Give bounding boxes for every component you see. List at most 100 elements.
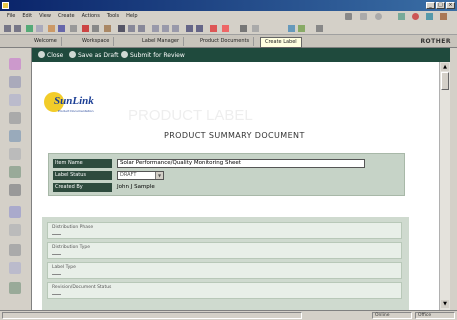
menu-file[interactable]: File xyxy=(7,13,15,19)
status-message xyxy=(2,312,302,319)
scroll-thumb[interactable] xyxy=(441,72,449,90)
align-center-icon[interactable] xyxy=(162,25,169,32)
section-divider xyxy=(52,294,61,295)
document-icon[interactable] xyxy=(9,244,21,256)
status-location[interactable]: Office xyxy=(415,312,455,319)
menu-actions[interactable]: Actions xyxy=(82,13,100,19)
chevron-down-icon[interactable]: ▼ xyxy=(155,172,163,179)
section-distribution-type[interactable]: Distribution Type xyxy=(47,242,402,259)
minimize-button[interactable]: _ xyxy=(426,2,435,9)
history-icon[interactable] xyxy=(9,224,21,236)
forward-icon[interactable] xyxy=(14,25,21,32)
save-icon xyxy=(69,51,76,58)
align-right-icon[interactable] xyxy=(172,25,179,32)
app-icon[interactable] xyxy=(2,2,9,9)
created-by-label: Created By xyxy=(53,183,112,192)
cut-icon[interactable] xyxy=(82,25,89,32)
save-draft-button[interactable]: Save as Draft xyxy=(69,51,118,59)
section-label-type[interactable]: Label Type xyxy=(47,262,402,279)
image-icon[interactable] xyxy=(222,25,229,32)
search-icon[interactable] xyxy=(58,25,65,32)
scroll-up-icon[interactable]: ▲ xyxy=(441,63,449,71)
workspace-icon[interactable] xyxy=(9,206,21,218)
stop-icon[interactable] xyxy=(26,25,33,32)
home-icon[interactable] xyxy=(48,25,55,32)
submit-review-label: Submit for Review xyxy=(130,52,185,59)
calendar-icon[interactable] xyxy=(9,76,21,88)
tab-product-documents[interactable]: Product Documents xyxy=(196,37,255,46)
refresh-icon[interactable] xyxy=(398,13,405,20)
spell-check-icon[interactable] xyxy=(288,25,295,32)
menu-edit[interactable]: Edit xyxy=(22,13,32,19)
status-bar: Online Office xyxy=(0,310,457,320)
menu-create[interactable]: Create xyxy=(58,13,75,19)
section-title: Distribution Type xyxy=(52,245,91,250)
maximize-button[interactable]: □ xyxy=(436,2,445,9)
paste-icon[interactable] xyxy=(104,25,111,32)
tab-create-label[interactable]: Create Label xyxy=(260,37,302,48)
todo-icon[interactable] xyxy=(9,112,21,124)
vertical-scrollbar[interactable]: ▲ ▼ xyxy=(439,62,450,310)
nav-back-icon[interactable] xyxy=(345,13,352,20)
tab-label-manager[interactable]: Label Manager xyxy=(138,37,184,46)
mail-icon[interactable] xyxy=(9,58,21,70)
print-icon[interactable] xyxy=(70,25,77,32)
menu-view[interactable]: View xyxy=(39,13,51,19)
logo-wordmark: SunLink xyxy=(54,95,94,107)
tab-workspace[interactable]: Workspace xyxy=(78,37,115,46)
align-left-icon[interactable] xyxy=(152,25,159,32)
settings-icon[interactable] xyxy=(9,262,21,274)
table-icon[interactable] xyxy=(240,25,247,32)
submit-review-button[interactable]: Submit for Review xyxy=(121,51,185,59)
trash-icon[interactable] xyxy=(9,282,21,294)
logo-tagline: Product Documentation xyxy=(58,109,94,113)
tab-bar: Welcome Workspace Label Manager Product … xyxy=(0,35,457,48)
print-icon[interactable] xyxy=(440,13,447,20)
status-online[interactable]: Online xyxy=(372,312,412,319)
refresh-icon[interactable] xyxy=(36,25,43,32)
help-icon[interactable] xyxy=(316,25,323,32)
copy-icon[interactable] xyxy=(92,25,99,32)
action-bar: Close Save as Draft Submit for Review xyxy=(32,48,450,62)
back-icon[interactable] xyxy=(4,25,11,32)
window-frame-right xyxy=(450,48,457,310)
close-window-button[interactable]: × xyxy=(446,2,455,9)
sections-panel: Distribution Phase Distribution Type Lab… xyxy=(42,217,409,310)
label-status-value: DRAFT xyxy=(120,172,137,178)
home-icon[interactable] xyxy=(412,13,419,20)
tab-welcome[interactable]: Welcome xyxy=(30,37,62,46)
label-status-label: Label Status xyxy=(53,171,112,180)
attach-icon[interactable] xyxy=(252,25,259,32)
database-icon[interactable] xyxy=(9,130,21,142)
link-icon[interactable] xyxy=(210,25,217,32)
bullet-list-icon[interactable] xyxy=(186,25,193,32)
toolbar xyxy=(0,22,457,35)
scroll-down-icon[interactable]: ▼ xyxy=(441,300,449,308)
stop-icon[interactable] xyxy=(375,13,382,20)
header-form: Item Name Solar Performance/Quality Moni… xyxy=(48,153,405,196)
brand-label: ROTHER xyxy=(420,38,451,45)
close-action-button[interactable]: Close xyxy=(38,51,63,59)
document-title: PRODUCT SUMMARY DOCUMENT xyxy=(164,131,305,140)
created-by-value: John J Sample xyxy=(117,184,155,190)
indent-icon[interactable] xyxy=(196,25,203,32)
company-logo: SunLink Product Documentation xyxy=(44,86,102,120)
nav-forward-icon[interactable] xyxy=(360,13,367,20)
search-icon[interactable] xyxy=(426,13,433,20)
italic-icon[interactable] xyxy=(128,25,135,32)
menu-tools[interactable]: Tools xyxy=(107,13,119,19)
item-name-label: Item Name xyxy=(53,159,112,168)
bold-icon[interactable] xyxy=(118,25,125,32)
section-revision-status[interactable]: Revision/Document Status xyxy=(47,282,402,299)
underline-icon[interactable] xyxy=(138,25,145,32)
bookmark-icon[interactable] xyxy=(9,148,21,160)
label-status-select[interactable]: DRAFT ▼ xyxy=(117,171,164,180)
item-name-field[interactable]: Solar Performance/Quality Monitoring She… xyxy=(117,159,365,168)
folder-icon[interactable] xyxy=(9,184,21,196)
menu-help[interactable]: Help xyxy=(126,13,137,19)
replication-icon[interactable] xyxy=(9,166,21,178)
preview-icon[interactable] xyxy=(298,25,305,32)
close-icon xyxy=(38,51,45,58)
contacts-icon[interactable] xyxy=(9,94,21,106)
section-distribution-phase[interactable]: Distribution Phase xyxy=(47,222,402,239)
